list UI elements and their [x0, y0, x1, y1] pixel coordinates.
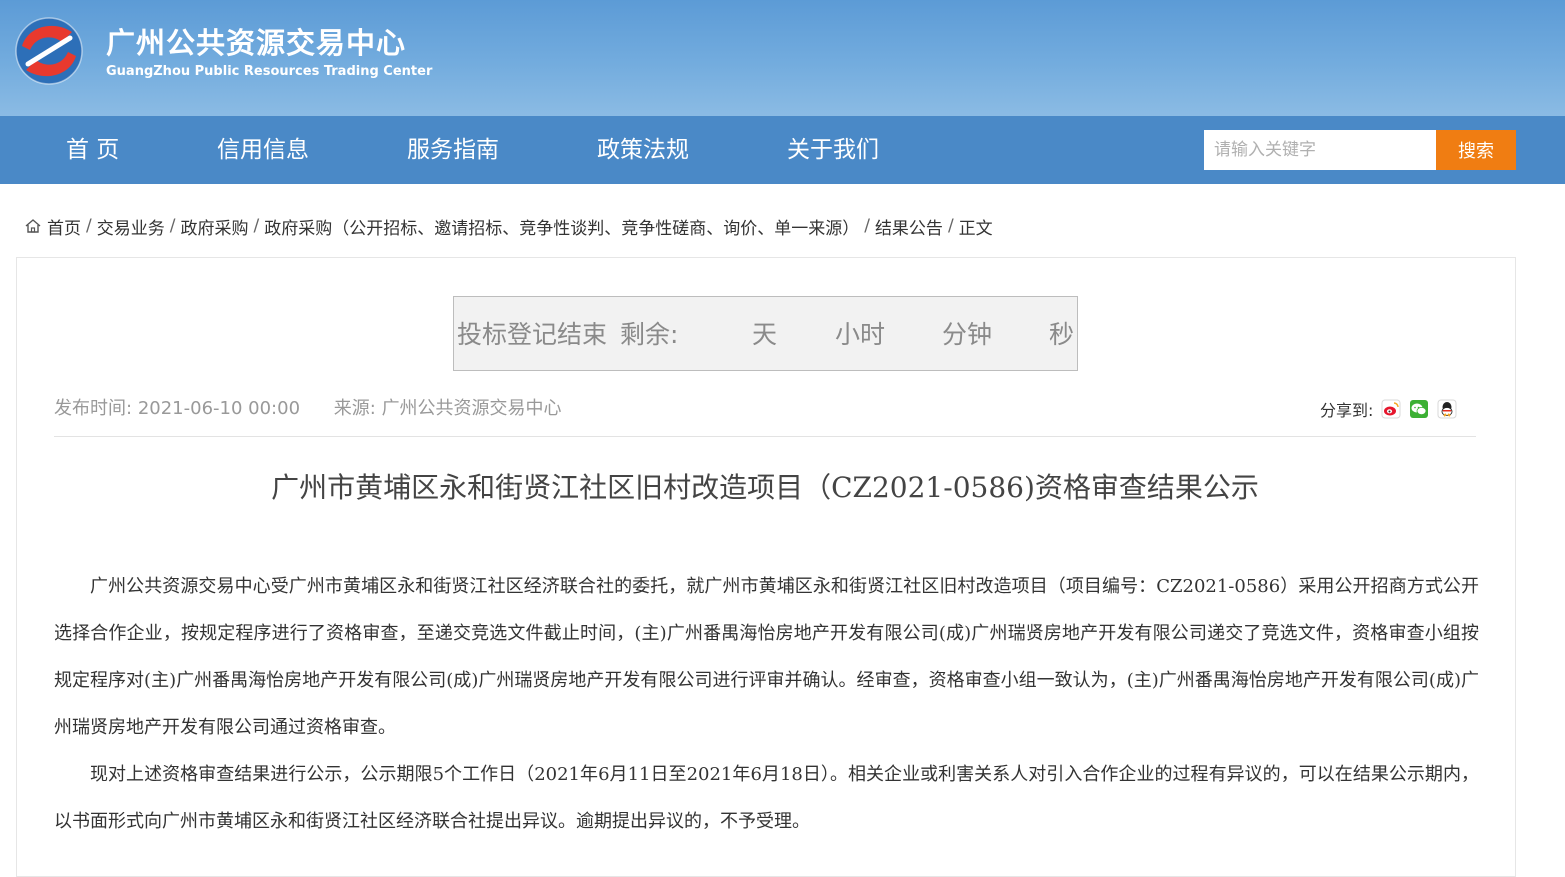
article-body: 广州公共资源交易中心受广州市黄埔区永和街贤江社区经济联合社的委托，就广州市黄埔区…: [54, 563, 1479, 845]
source-label: 来源:: [333, 398, 376, 419]
breadcrumb-separator: /: [864, 216, 870, 236]
breadcrumb-gov-procurement[interactable]: 政府采购: [180, 214, 248, 239]
countdown-minute: 分钟: [942, 320, 993, 349]
breadcrumb-home[interactable]: 首页: [47, 214, 81, 239]
countdown-hour: 小时: [835, 320, 886, 349]
share-label: 分享到:: [1320, 401, 1374, 420]
breadcrumb-current: 正文: [958, 218, 993, 239]
wechat-icon[interactable]: [1409, 399, 1429, 419]
breadcrumb: 首页 / 交易业务 / 政府采购 / 政府采购（公开招标、邀请招标、竞争性谈判、…: [24, 214, 993, 239]
site-title: 广州公共资源交易中心: [106, 26, 407, 60]
breadcrumb-separator: /: [169, 216, 176, 236]
search-input[interactable]: [1204, 130, 1436, 170]
article-paragraph: 现对上述资格审查结果进行公示，公示期限5个工作日（2021年6月11日至2021…: [54, 764, 1479, 832]
breadcrumb-results[interactable]: 结果公告: [875, 214, 943, 239]
countdown-label: 投标登记结束: [457, 320, 608, 349]
nav-item-guide[interactable]: 服务指南: [407, 116, 499, 184]
weibo-icon[interactable]: [1381, 399, 1401, 419]
site-header: 广州公共资源交易中心 GuangZhou Public Resources Tr…: [0, 0, 1565, 116]
nav-item-about[interactable]: 关于我们: [787, 116, 879, 184]
countdown-remaining: 剩余:: [620, 320, 679, 349]
nav-item-credit[interactable]: 信用信息: [217, 116, 309, 184]
publish-time: 2021-06-10 00:00: [137, 398, 301, 419]
article-meta: 发布时间: 2021-06-10 00:00 来源: 广州公共资源交易中心: [54, 394, 562, 420]
publish-label: 发布时间:: [54, 398, 133, 419]
breadcrumb-trading[interactable]: 交易业务: [97, 214, 165, 239]
nav-item-home[interactable]: 首 页: [66, 116, 119, 184]
source-name: 广州公共资源交易中心: [381, 398, 562, 419]
qq-icon[interactable]: [1437, 399, 1457, 419]
gzggzy-logo-icon[interactable]: [14, 16, 84, 86]
share-bar: 分享到:: [1320, 396, 1457, 422]
home-icon: [25, 219, 41, 233]
article-paragraph: 广州公共资源交易中心受广州市黄埔区永和街贤江社区经济联合社的委托，就广州市黄埔区…: [54, 576, 1479, 738]
breadcrumb-procurement-types[interactable]: 政府采购（公开招标、邀请招标、竞争性谈判、竞争性磋商、询价、单一来源）: [264, 214, 859, 239]
article-title: 广州市黄埔区永和街贤江社区旧村改造项目（CZ2021-0586)资格审查结果公示: [271, 471, 1259, 504]
countdown-box: 投标登记结束 剩余: 天 小时 分钟 秒: [453, 296, 1078, 371]
breadcrumb-separator: /: [947, 216, 954, 236]
breadcrumb-separator: /: [86, 216, 92, 236]
nav-item-policy[interactable]: 政策法规: [597, 116, 689, 184]
meta-divider: [54, 436, 1476, 437]
search-button[interactable]: 搜索: [1436, 130, 1516, 170]
site-subtitle: GuangZhou Public Resources Trading Cente…: [106, 64, 433, 79]
countdown-second: 秒: [1049, 320, 1075, 349]
breadcrumb-separator: /: [253, 216, 260, 236]
countdown-day: 天: [752, 320, 778, 349]
